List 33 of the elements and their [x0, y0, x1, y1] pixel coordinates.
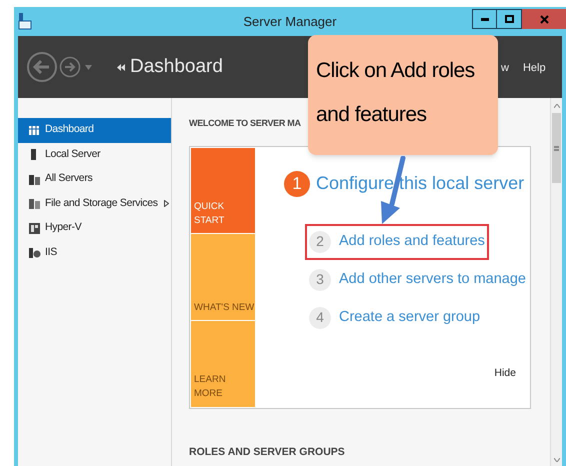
chevron-icon	[117, 64, 125, 70]
breadcrumb-title: Dashboard	[130, 54, 223, 79]
dropdown-icon[interactable]	[85, 64, 92, 70]
step-number: 3	[309, 268, 331, 290]
scrollbar[interactable]	[550, 98, 562, 466]
step-number: 2	[309, 230, 331, 252]
close-button[interactable]	[522, 9, 566, 29]
sidebar-item[interactable]: Hyper-V	[18, 216, 171, 240]
sidebar-item[interactable]: IIS	[18, 240, 171, 265]
grid-icon	[28, 124, 41, 137]
callout-note: Click on Add roles and features	[308, 35, 498, 155]
step-number: 4	[309, 306, 331, 328]
sidebar-item[interactable]: Local Server	[18, 142, 171, 167]
step-number: 1	[284, 170, 310, 196]
scroll-up-icon[interactable]	[554, 104, 560, 108]
forward-icon[interactable]	[59, 56, 81, 78]
menu-item[interactable]: w	[501, 60, 509, 76]
scroll-down-icon[interactable]	[554, 458, 560, 462]
tile[interactable]: WHAT'S NEW	[191, 234, 255, 320]
minimize-button[interactable]	[472, 9, 497, 29]
back-icon[interactable]	[26, 51, 58, 83]
sidebar-item[interactable]: All Servers	[18, 167, 171, 192]
hide-link[interactable]: Hide	[494, 366, 516, 382]
tile[interactable]: LEARN MORE	[191, 320, 255, 407]
menu-item[interactable]: Help	[522, 60, 546, 76]
window-title: Server Manager	[243, 12, 337, 31]
sidebar-item[interactable]: File and Storage Services	[18, 192, 171, 216]
sidebar-item[interactable]: Dashboard	[18, 118, 171, 142]
close-icon	[540, 14, 548, 24]
scroll-thumb[interactable]	[552, 113, 561, 183]
section-heading: ROLES AND SERVER GROUPS	[189, 444, 345, 460]
app-icon	[18, 12, 32, 30]
section-heading: WELCOME TO SERVER MA	[189, 117, 301, 130]
